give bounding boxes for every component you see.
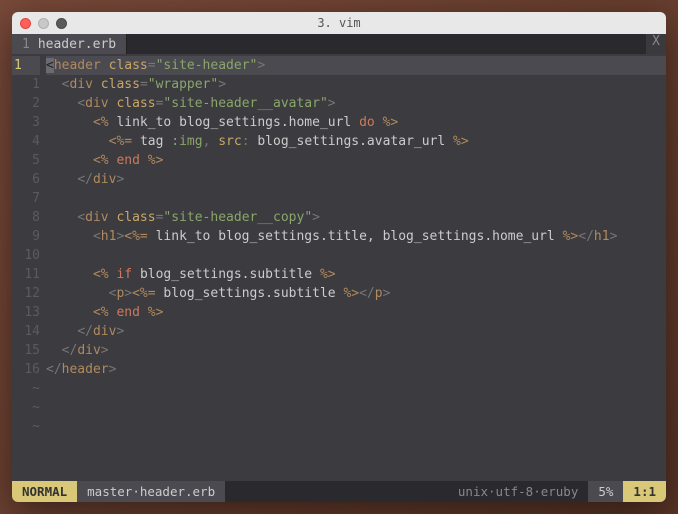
vim-tabline: 1 header.erb X <box>12 34 666 54</box>
line-number: 5 <box>12 151 40 170</box>
window-title: 3. vim <box>12 16 666 30</box>
tab-filename: header.erb <box>38 37 116 52</box>
line-number: 3 <box>12 113 40 132</box>
vim-mode-indicator: NORMAL <box>12 481 77 502</box>
line-number: 12 <box>12 284 40 303</box>
code-line: </header> <box>46 360 666 379</box>
encoding: utf-8 <box>496 484 534 499</box>
line-number: 6 <box>12 170 40 189</box>
code-line: </div> <box>46 341 666 360</box>
line-number: 11 <box>12 265 40 284</box>
line-number: 7 <box>12 189 40 208</box>
line-number: 13 <box>12 303 40 322</box>
tilde: ~ <box>12 398 40 417</box>
code-content[interactable]: <header class="site-header"> <div class=… <box>46 54 666 481</box>
line-number: 15 <box>12 341 40 360</box>
cursor-cell: < <box>46 58 54 73</box>
tilde: ~ <box>12 379 40 398</box>
code-line: <p><%= blog_settings.subtitle %></p> <box>46 284 666 303</box>
code-line: <%= tag :img, src: blog_settings.avatar_… <box>46 132 666 151</box>
line-number: 1 <box>12 75 40 94</box>
separator: · <box>488 484 496 499</box>
statusline: NORMAL master · header.erb unix · utf-8 … <box>12 481 666 502</box>
tab-active[interactable]: 1 header.erb <box>12 34 127 54</box>
code-line: <div class="site-header__copy"> <box>46 208 666 227</box>
cursor-position: 1:1 <box>623 481 666 502</box>
code-line: <% end %> <box>46 303 666 322</box>
editor-area[interactable]: 1 1 2 3 4 5 6 7 8 9 10 11 12 13 14 15 16… <box>12 54 666 481</box>
fileformat: unix <box>458 484 488 499</box>
line-number: 10 <box>12 246 40 265</box>
buffer-filename: header.erb <box>140 484 215 499</box>
separator: · <box>533 484 541 499</box>
branch-name: master <box>87 484 132 499</box>
line-number: 2 <box>12 94 40 113</box>
line-number-gutter: 1 1 2 3 4 5 6 7 8 9 10 11 12 13 14 15 16… <box>12 54 46 481</box>
code-line: <header class="site-header"> <box>46 56 666 75</box>
code-line: <h1><%= link_to blog_settings.title, blo… <box>46 227 666 246</box>
line-number: 4 <box>12 132 40 151</box>
filetype: eruby <box>541 484 579 499</box>
tab-number: 1 <box>22 37 30 52</box>
code-line: </div> <box>46 170 666 189</box>
tilde: ~ <box>12 417 40 436</box>
code-line: <% if blog_settings.subtitle %> <box>46 265 666 284</box>
git-branch-segment: master · header.erb <box>77 481 225 502</box>
line-number: 16 <box>12 360 40 379</box>
code-line: <% link_to blog_settings.home_url do %> <box>46 113 666 132</box>
separator: · <box>132 484 140 499</box>
tab-close-button[interactable]: X <box>646 34 666 54</box>
code-line <box>46 189 666 208</box>
titlebar[interactable]: 3. vim <box>12 12 666 34</box>
terminal-window: 3. vim 1 header.erb X 1 1 2 3 4 5 6 7 8 … <box>12 12 666 502</box>
code-line: <div class="wrapper"> <box>46 75 666 94</box>
code-line: <% end %> <box>46 151 666 170</box>
cursor-line-number: 1 <box>12 56 40 75</box>
tabline-spacer <box>127 34 646 54</box>
line-number: 8 <box>12 208 40 227</box>
status-spacer <box>225 481 448 502</box>
line-number: 14 <box>12 322 40 341</box>
line-number: 9 <box>12 227 40 246</box>
file-info-segment: unix · utf-8 · eruby <box>448 481 588 502</box>
code-line <box>46 246 666 265</box>
code-line: <div class="site-header__avatar"> <box>46 94 666 113</box>
code-line: </div> <box>46 322 666 341</box>
scroll-percent: 5% <box>588 481 623 502</box>
